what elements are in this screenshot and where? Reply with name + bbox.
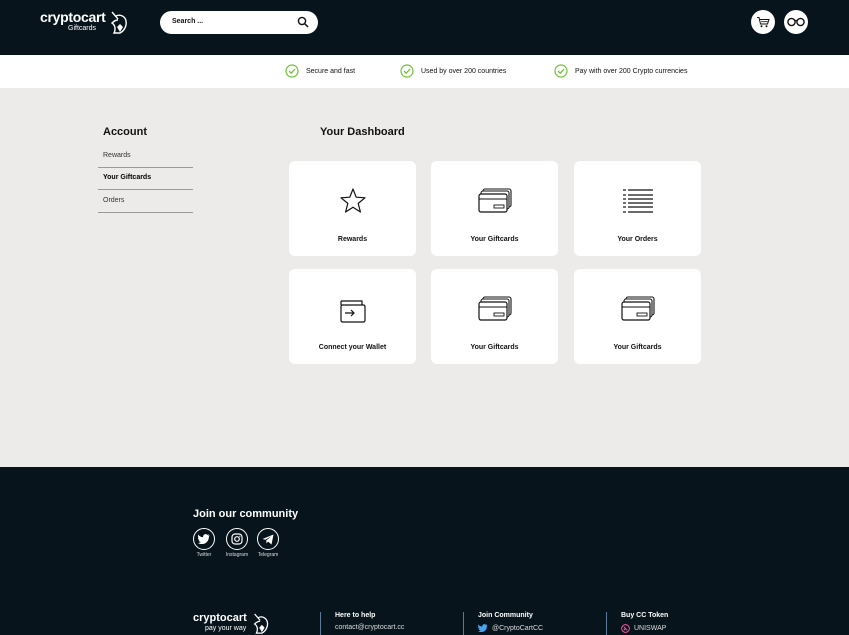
feature-label: Pay with over 200 Crypto currencies: [575, 67, 688, 75]
footer-col-community: Join Community @CryptoCartCC: [463, 612, 543, 635]
wallet-icon: [339, 300, 366, 323]
instagram-icon: [231, 533, 243, 545]
card-label: Your Orders: [617, 236, 658, 243]
cart-icon: [757, 17, 770, 28]
cards-icon: [620, 296, 655, 321]
feature-label: Secure and fast: [306, 67, 356, 75]
logo[interactable]: cryptocart Giftcards: [40, 9, 127, 34]
uniswap-label: UNISWAP: [634, 625, 667, 632]
social-telegram[interactable]: Telegram: [253, 528, 283, 558]
card-giftcards[interactable]: Your Giftcards: [431, 269, 558, 364]
feature-strip: Secure and fast Used by over 200 countri…: [0, 55, 849, 88]
footer-logo[interactable]: cryptocart pay your way: [193, 612, 269, 634]
check-circle-icon: [400, 64, 414, 78]
twitter-icon: [478, 624, 488, 632]
cart-button[interactable]: [751, 10, 775, 34]
footer-col-heading: Buy CC Token: [621, 612, 669, 619]
sidebar-item-giftcards[interactable]: Your Giftcards: [98, 168, 193, 190]
social-label: Twitter: [196, 552, 212, 558]
card-orders[interactable]: Your Orders: [574, 161, 701, 256]
footer-col-help: Here to help contact@cryptocart.cc: [320, 612, 404, 635]
glasses-icon: [787, 17, 805, 27]
header: cryptocart Giftcards Search ...: [0, 0, 849, 55]
social-label: Instagram: [225, 552, 249, 558]
search-icon[interactable]: [297, 16, 309, 28]
brand-subtitle: Giftcards: [68, 25, 97, 32]
card-giftcards[interactable]: Your Giftcards: [574, 269, 701, 364]
telegram-icon: [262, 534, 274, 544]
card-label: Your Giftcards: [470, 344, 519, 351]
search-bar[interactable]: Search ...: [160, 11, 318, 34]
dashboard-title: Your Dashboard: [320, 126, 405, 138]
card-giftcards[interactable]: Your Giftcards: [431, 161, 558, 256]
feature-item: Secure and fast: [285, 64, 355, 78]
sidebar-item-rewards[interactable]: Rewards: [98, 146, 193, 168]
feature-item: Used by over 200 countries: [400, 64, 506, 78]
join-community-title: Join our community: [193, 508, 299, 520]
account-button[interactable]: [784, 10, 808, 34]
cards-icon: [477, 188, 512, 213]
list-icon: [622, 189, 653, 213]
card-label: Rewards: [337, 236, 368, 243]
card-rewards[interactable]: Rewards: [289, 161, 416, 256]
footer-col-heading: Join Community: [478, 612, 533, 619]
twitter-handle: @CryptoCartCC: [492, 624, 544, 632]
footer: Join our community Twitter Instagram Tel…: [0, 467, 849, 635]
cards-icon: [477, 296, 512, 321]
social-instagram[interactable]: Instagram: [222, 528, 252, 558]
twitter-icon: [198, 534, 210, 544]
card-label: Your Giftcards: [470, 236, 519, 243]
check-circle-icon: [285, 64, 299, 78]
account-title: Account: [103, 126, 147, 138]
card-label: Connect your Wallet: [318, 344, 387, 351]
unicorn-logo-icon: [110, 11, 127, 34]
contact-email-link[interactable]: contact@cryptocart.cc: [335, 624, 404, 631]
star-icon: [339, 188, 366, 213]
feature-label: Used by over 200 countries: [421, 67, 507, 75]
card-connect-wallet[interactable]: Connect your Wallet: [289, 269, 416, 364]
social-label: Telegram: [257, 552, 279, 558]
uniswap-link[interactable]: UNISWAP: [621, 624, 668, 633]
sidebar-item-orders[interactable]: Orders: [98, 191, 193, 213]
footer-col-heading: Here to help: [335, 612, 376, 619]
brand-name: cryptocart: [40, 9, 106, 25]
twitter-handle-link[interactable]: @CryptoCartCC: [478, 624, 543, 632]
uniswap-icon: [621, 624, 630, 633]
card-label: Your Giftcards: [613, 344, 662, 351]
social-twitter[interactable]: Twitter: [189, 528, 219, 558]
search-input[interactable]: Search ...: [172, 18, 203, 25]
feature-item: Pay with over 200 Crypto currencies: [554, 64, 687, 78]
footer-col-token: Buy CC Token UNISWAP: [606, 612, 668, 635]
footer-tagline: pay your way: [205, 625, 247, 632]
unicorn-logo-icon: [253, 613, 269, 634]
footer-brand-name: cryptocart: [193, 612, 247, 624]
check-circle-icon: [554, 64, 568, 78]
